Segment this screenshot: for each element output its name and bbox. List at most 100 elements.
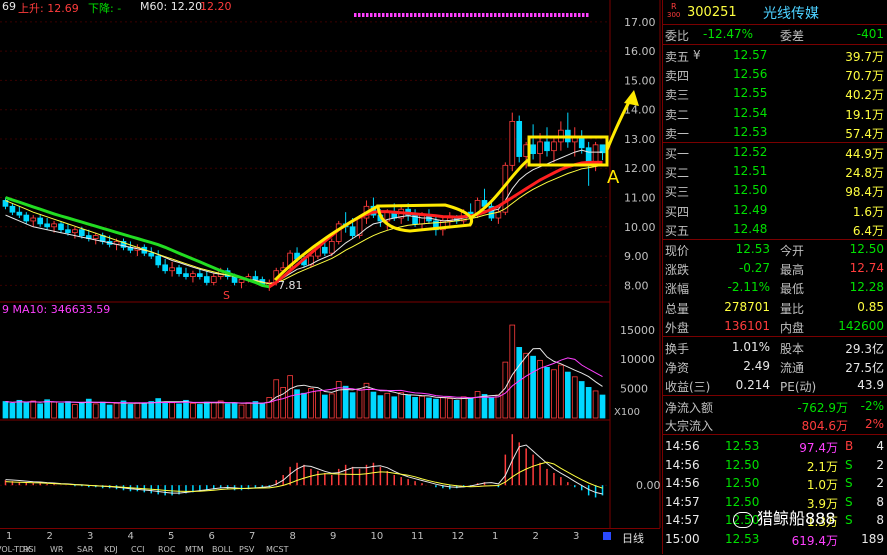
candle-body xyxy=(9,205,16,213)
signal-mark xyxy=(538,13,541,17)
ask-level-label: 卖一 xyxy=(665,126,690,141)
candle-body xyxy=(516,121,523,157)
month-tick: 10 xyxy=(370,531,384,542)
signal-mark xyxy=(526,13,529,17)
signal-mark xyxy=(582,13,585,17)
indicator-tab[interactable]: RSI xyxy=(23,545,36,554)
volume-bar xyxy=(488,397,495,419)
volume-bar xyxy=(405,394,411,419)
signal-mark xyxy=(354,13,357,17)
quote-row: 现价 12.53 今开 12.50 xyxy=(663,240,887,259)
candle-body xyxy=(37,217,44,225)
tick-time: 14:56 xyxy=(665,457,700,472)
volume-bar xyxy=(217,400,224,419)
signal-mark xyxy=(438,13,441,17)
indicator-tab[interactable]: SAR xyxy=(77,545,93,554)
macd-axis-tick: 0.00 xyxy=(636,479,661,492)
fundamental-value: 2.49 xyxy=(743,359,770,373)
volume-bar xyxy=(551,369,557,419)
signal-mark xyxy=(366,13,369,17)
bid-level-label: 买一 xyxy=(665,147,690,161)
quote-label: 现价 xyxy=(665,244,690,258)
indicator-tab[interactable]: ROC xyxy=(158,545,175,554)
candle-body xyxy=(419,214,425,225)
price-axis-tick: 10.00 xyxy=(624,221,656,234)
fundamental-label: 净资 xyxy=(665,361,690,375)
tick-side: S xyxy=(845,513,853,527)
signal-mark xyxy=(466,13,469,17)
candle-body xyxy=(30,217,37,222)
signal-mark xyxy=(358,13,361,17)
signal-mark xyxy=(370,13,373,17)
indicator-tab[interactable]: KDJ xyxy=(104,545,118,554)
price-axis-tick: 13.00 xyxy=(624,133,656,146)
volume-bar xyxy=(592,390,599,419)
signal-mark xyxy=(486,13,489,17)
candle-body xyxy=(51,223,57,228)
signal-mark xyxy=(426,13,429,17)
quote-value-2: 12.28 xyxy=(849,280,884,295)
month-tick: 7 xyxy=(249,531,256,542)
signal-mark xyxy=(566,13,569,17)
quote-value-2: 12.50 xyxy=(849,242,884,256)
volume-bar xyxy=(224,403,231,419)
bottom-bar: 123456789101112123 VOL-TDXRSIWRSARKDJCCI… xyxy=(0,528,660,555)
bid-row: 买三 12.50 98.4万 xyxy=(663,181,887,200)
quote-value-2: 12.74 xyxy=(849,261,884,276)
candle-body xyxy=(183,273,189,277)
ask-price: 12.53 xyxy=(733,124,768,139)
signal-mark xyxy=(474,13,477,17)
candle-body xyxy=(203,276,210,283)
month-tick: 1 xyxy=(6,531,13,542)
volume-bar xyxy=(585,387,592,419)
volume-bar xyxy=(203,401,210,419)
quote-label: 总量 xyxy=(665,301,690,316)
bid-price: 12.52 xyxy=(733,145,768,159)
price-axis-tick: 15.00 xyxy=(624,74,656,87)
volume-bar xyxy=(127,404,134,419)
volume-bar xyxy=(134,402,141,419)
candle-body xyxy=(162,264,168,272)
month-tick: 6 xyxy=(208,531,215,542)
indicator-tab[interactable]: CCI xyxy=(131,545,145,554)
tick-volume: 1.0万 xyxy=(806,478,838,492)
volume-bar xyxy=(308,388,314,419)
period-label[interactable]: 日线 xyxy=(622,530,644,546)
volume-bar xyxy=(363,382,370,419)
r-badge-sub: 300 xyxy=(667,11,681,19)
indicator-tab[interactable]: WR xyxy=(50,545,63,554)
signal-mark xyxy=(482,13,485,17)
volume-axis-tick: 5000 xyxy=(620,383,648,396)
signal-mark xyxy=(390,13,393,17)
bid-volume: 6.4万 xyxy=(852,223,884,238)
stock-name[interactable]: 光线传媒 xyxy=(763,3,819,23)
volume-bar xyxy=(509,324,516,419)
price-axis-tick: 8.00 xyxy=(624,279,649,292)
tick-count: 2 xyxy=(876,476,884,490)
bid-row: 买四 12.49 1.6万 xyxy=(663,201,887,220)
indicator-tab[interactable]: MCST xyxy=(266,545,288,554)
volume-bar xyxy=(113,402,120,419)
month-tick: 8 xyxy=(289,531,296,542)
volume-bar xyxy=(433,398,439,419)
ask-row: 卖一 12.53 57.4万 xyxy=(663,123,887,142)
signal-mark xyxy=(362,13,365,17)
period-scroll-button[interactable] xyxy=(603,532,611,540)
indicator-tab[interactable]: BOLL xyxy=(212,545,233,554)
volume-bar xyxy=(280,387,287,419)
bid-volume: 44.9万 xyxy=(845,147,884,161)
watermark: 猎鲸船888 xyxy=(733,505,836,529)
volume-bar xyxy=(516,347,523,419)
weicha-value: -401 xyxy=(856,27,884,41)
indicator-tab[interactable]: PSV xyxy=(239,545,254,554)
signal-mark xyxy=(514,13,517,17)
candle-body xyxy=(16,211,23,216)
m60-value: 12.20 xyxy=(200,0,232,13)
candle-body xyxy=(169,267,175,272)
candle-body xyxy=(252,276,259,280)
ask-volume: 40.2万 xyxy=(845,88,884,103)
kline-chart[interactable]: 17.0016.0015.0014.0013.0012.0011.0010.00… xyxy=(0,0,662,528)
low-price-marker: 7.81 xyxy=(278,279,303,292)
indicator-tab[interactable]: MTM xyxy=(185,545,204,554)
up-label: 上升: 12.69 xyxy=(18,2,79,15)
